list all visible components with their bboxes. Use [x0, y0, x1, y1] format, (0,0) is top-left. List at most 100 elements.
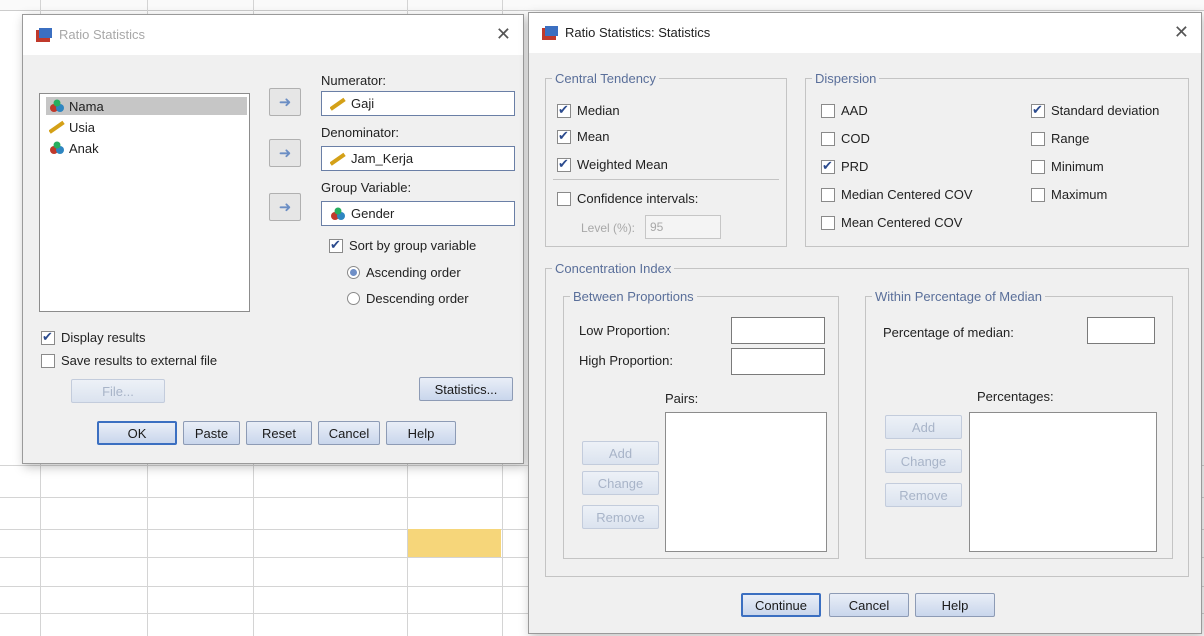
- checkbox-box[interactable]: [41, 329, 55, 345]
- range-checkbox[interactable]: Range: [1031, 131, 1089, 146]
- descending-order-radio[interactable]: Descending order: [347, 291, 469, 306]
- weighted-mean-label: Weighted Mean: [577, 157, 668, 172]
- help-button[interactable]: Help: [386, 421, 456, 445]
- checkbox-box[interactable]: [821, 215, 835, 230]
- move-denominator-button[interactable]: ➜: [269, 139, 301, 167]
- paste-button[interactable]: Paste: [183, 421, 240, 445]
- standard-deviation-label: Standard deviation: [1051, 103, 1160, 118]
- sort-by-group-label: Sort by group variable: [349, 238, 477, 253]
- variable-name: Usia: [69, 119, 96, 135]
- group-variable-field[interactable]: Gender: [321, 201, 515, 226]
- app-icon: [542, 26, 558, 40]
- cancel-button[interactable]: Cancel: [318, 421, 380, 445]
- display-results-label: Display results: [61, 330, 146, 345]
- move-numerator-button[interactable]: ➜: [269, 88, 301, 116]
- checkbox-box[interactable]: [557, 102, 571, 118]
- display-results-checkbox[interactable]: Display results: [41, 329, 146, 345]
- percentages-change-button[interactable]: Change: [885, 449, 962, 473]
- percentages-list[interactable]: [969, 412, 1157, 552]
- arrow-right-icon: ➜: [278, 145, 292, 162]
- maximum-checkbox[interactable]: Maximum: [1031, 187, 1107, 202]
- pairs-list[interactable]: [665, 412, 827, 552]
- dialog-title: Ratio Statistics: Statistics: [565, 25, 711, 40]
- checkbox-box[interactable]: [329, 237, 343, 253]
- dialog-title: Ratio Statistics: [59, 27, 145, 42]
- checkbox-box[interactable]: [1031, 187, 1045, 202]
- low-proportion-input[interactable]: [731, 317, 825, 344]
- save-results-checkbox[interactable]: Save results to external file: [41, 353, 217, 368]
- prd-label: PRD: [841, 159, 869, 174]
- checkbox-box[interactable]: [557, 156, 571, 172]
- cod-label: COD: [841, 131, 870, 146]
- file-button[interactable]: File...: [71, 379, 165, 403]
- reset-button[interactable]: Reset: [246, 421, 312, 445]
- radio-button[interactable]: [347, 292, 360, 305]
- cancel-button[interactable]: Cancel: [829, 593, 909, 617]
- close-icon[interactable]: ✕: [496, 24, 511, 45]
- list-item[interactable]: Usia: [46, 118, 98, 136]
- nominal-icon: [50, 99, 64, 112]
- aad-checkbox[interactable]: AAD: [821, 103, 868, 118]
- high-proportion-input[interactable]: [731, 348, 825, 375]
- percentage-of-median-input[interactable]: [1087, 317, 1155, 344]
- percentages-remove-button[interactable]: Remove: [885, 483, 962, 507]
- list-item[interactable]: Nama: [46, 97, 247, 115]
- list-item[interactable]: Anak: [46, 139, 102, 157]
- checkbox-box[interactable]: [557, 128, 571, 144]
- ok-button[interactable]: OK: [97, 421, 177, 445]
- nominal-icon: [50, 141, 64, 154]
- mean-checkbox[interactable]: Mean: [557, 128, 610, 144]
- close-icon[interactable]: ✕: [1174, 22, 1189, 43]
- ratio-statistics-dialog: Ratio Statistics ✕ Nama Usia Anak ➜ ➜ ➜ …: [22, 14, 524, 464]
- pairs-add-button[interactable]: Add: [582, 441, 659, 465]
- checkbox-box[interactable]: [1031, 159, 1045, 174]
- variable-name: Anak: [69, 140, 99, 156]
- weighted-mean-checkbox[interactable]: Weighted Mean: [557, 156, 668, 172]
- sort-by-group-checkbox[interactable]: Sort by group variable: [329, 237, 477, 253]
- checkbox-box[interactable]: [1031, 131, 1045, 146]
- move-group-button[interactable]: ➜: [269, 193, 301, 221]
- checkbox-box[interactable]: [41, 353, 55, 368]
- checkbox-box[interactable]: [821, 103, 835, 118]
- checkbox-box[interactable]: [821, 131, 835, 146]
- numerator-field[interactable]: Gaji: [321, 91, 515, 116]
- ascending-order-radio[interactable]: Ascending order: [347, 265, 461, 280]
- statistics-button[interactable]: Statistics...: [419, 377, 513, 401]
- minimum-checkbox[interactable]: Minimum: [1031, 159, 1104, 174]
- denominator-field[interactable]: Jam_Kerja: [321, 146, 515, 171]
- pairs-change-button[interactable]: Change: [582, 471, 659, 495]
- group-variable-label: Group Variable:: [321, 180, 412, 195]
- cod-checkbox[interactable]: COD: [821, 131, 870, 146]
- help-button[interactable]: Help: [915, 593, 995, 617]
- denominator-value: Jam_Kerja: [351, 151, 414, 166]
- continue-button[interactable]: Continue: [741, 593, 821, 617]
- percentages-add-button[interactable]: Add: [885, 415, 962, 439]
- group-variable-value: Gender: [351, 206, 395, 221]
- within-percentage-legend: Within Percentage of Median: [875, 289, 1042, 304]
- standard-deviation-checkbox[interactable]: Standard deviation: [1031, 102, 1160, 118]
- confidence-intervals-checkbox[interactable]: Confidence intervals:: [557, 191, 698, 206]
- mean-centered-cov-checkbox[interactable]: Mean Centered COV: [821, 215, 962, 230]
- level-input[interactable]: 95: [645, 215, 721, 239]
- confidence-intervals-label: Confidence intervals:: [577, 191, 699, 206]
- dispersion-legend: Dispersion: [815, 71, 877, 86]
- numerator-label: Numerator:: [321, 73, 387, 88]
- radio-button[interactable]: [347, 266, 360, 279]
- central-tendency-legend: Central Tendency: [555, 71, 656, 86]
- pairs-remove-button[interactable]: Remove: [582, 505, 659, 529]
- between-proportions-legend: Between Proportions: [573, 289, 694, 304]
- mean-label: Mean: [577, 129, 610, 144]
- median-checkbox[interactable]: Median: [557, 102, 620, 118]
- median-centered-cov-checkbox[interactable]: Median Centered COV: [821, 187, 973, 202]
- percentages-label: Percentages:: [977, 389, 1054, 404]
- checkbox-box[interactable]: [821, 187, 835, 202]
- aad-label: AAD: [841, 103, 868, 118]
- low-proportion-label: Low Proportion:: [579, 323, 671, 338]
- selected-cell[interactable]: [408, 529, 501, 557]
- checkbox-box[interactable]: [557, 191, 571, 206]
- prd-checkbox[interactable]: PRD: [821, 158, 869, 174]
- source-variable-list[interactable]: Nama Usia Anak: [39, 93, 250, 312]
- checkbox-box[interactable]: [1031, 102, 1045, 118]
- checkbox-box[interactable]: [821, 158, 835, 174]
- high-proportion-label: High Proportion:: [579, 353, 673, 368]
